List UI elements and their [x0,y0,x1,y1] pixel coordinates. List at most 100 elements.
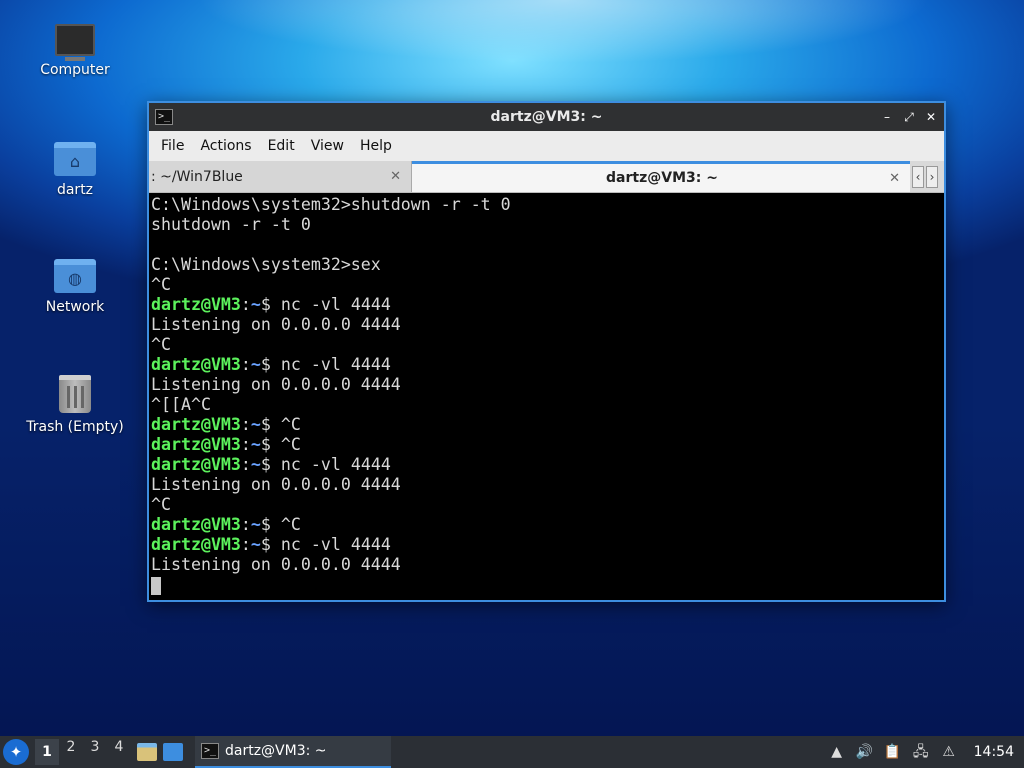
prompt-user-host: dartz@VM3 [151,515,241,534]
prompt-command: nc -vl 4444 [270,535,391,554]
network-folder-icon: ◍ [54,259,96,293]
prompt-user-host: dartz@VM3 [151,435,241,454]
workspace-switcher: 1 2 3 4 [35,739,131,765]
taskbar-task-terminal[interactable]: >_ dartz@VM3: ~ [195,736,391,768]
prompt-colon: : [240,295,251,314]
desktop-icon-label: Trash (Empty) [26,419,124,435]
prompt-path: ~ [250,355,261,374]
desktop-icon-home[interactable]: ⌂ dartz [20,142,130,198]
maximize-button[interactable]: ⤢ [900,108,918,126]
prompt-colon: : [240,435,251,454]
prompt-dollar: $ [260,535,271,554]
workspace-3[interactable]: 3 [83,739,107,765]
terminal-line: shutdown -r -t 0 [151,215,311,234]
prompt-command: ^C [270,435,301,454]
terminal-line: C:\Windows\system32>shutdown -r -t 0 [151,195,511,214]
trash-icon [59,375,91,413]
tab-close-icon[interactable]: ✕ [390,169,401,184]
window-title: dartz@VM3: ~ [490,109,603,125]
menu-help[interactable]: Help [352,138,400,154]
terminal-line: Listening on 0.0.0.0 4444 [151,315,401,334]
notification-icon[interactable]: ⚠ [940,743,958,761]
prompt-colon: : [240,355,251,374]
prompt-user-host: dartz@VM3 [151,295,241,314]
tab-scroll-left-icon[interactable]: ‹ [912,165,924,188]
terminal-prompt-line: dartz@VM3:~$ ^C [151,435,942,455]
show-desktop-icon[interactable] [163,743,183,761]
workspace-1[interactable]: 1 [35,739,59,765]
tab-bar: : ~/Win7Blue ✕ dartz@VM3: ~ ✕ ‹ › [149,161,944,193]
minimize-button[interactable]: – [878,108,896,126]
volume-icon[interactable]: 🔊 [856,743,874,761]
terminal-line: ^C [151,335,171,354]
terminal-cursor [151,576,161,595]
desktop-icon-label: Computer [40,62,110,78]
menu-view[interactable]: View [303,138,352,154]
desktop-icon-network[interactable]: ◍ Network [20,259,130,315]
terminal-line: Listening on 0.0.0.0 4444 [151,555,401,574]
update-notifier-icon[interactable]: ▲ [828,743,846,761]
terminal-line: ^C [151,495,171,514]
prompt-user-host: dartz@VM3 [151,355,241,374]
tab-label: dartz@VM3: ~ [606,170,718,186]
prompt-command: ^C [270,415,301,434]
prompt-command: nc -vl 4444 [270,455,391,474]
prompt-user-host: dartz@VM3 [151,455,241,474]
terminal-line: ^[[A^C [151,395,211,414]
terminal-window[interactable]: >_ dartz@VM3: ~ – ⤢ ✕ File Actions Edit … [147,101,946,602]
terminal-line: ^C [151,275,171,294]
workspace-4[interactable]: 4 [107,739,131,765]
taskbar: ✦ 1 2 3 4 >_ dartz@VM3: ~ ▲ 🔊 📋 🖧 ⚠ 14:5… [0,736,1024,768]
prompt-command: nc -vl 4444 [270,355,391,374]
menubar: File Actions Edit View Help [149,131,944,161]
terminal-task-icon: >_ [201,743,219,759]
terminal-output[interactable]: C:\Windows\system32>shutdown -r -t 0 shut… [149,193,944,600]
tab-scroll-right-icon[interactable]: › [926,165,938,188]
terminal-line: Listening on 0.0.0.0 4444 [151,375,401,394]
system-tray: ▲ 🔊 📋 🖧 ⚠ 14:54 [828,743,1014,761]
prompt-command: nc -vl 4444 [270,295,391,314]
menu-file[interactable]: File [153,138,192,154]
clipboard-icon[interactable]: 📋 [884,743,902,761]
prompt-dollar: $ [260,355,271,374]
tab-win7blue[interactable]: : ~/Win7Blue ✕ [149,161,412,192]
desktop-icon-label: dartz [56,182,94,198]
prompt-colon: : [240,515,251,534]
prompt-colon: : [240,535,251,554]
terminal-prompt-line: dartz@VM3:~$ nc -vl 4444 [151,455,942,475]
prompt-dollar: $ [260,415,271,434]
prompt-path: ~ [250,295,261,314]
clock[interactable]: 14:54 [974,744,1014,760]
workspace-2[interactable]: 2 [59,739,83,765]
start-menu-icon[interactable]: ✦ [3,739,29,765]
menu-actions[interactable]: Actions [192,138,259,154]
prompt-dollar: $ [260,295,271,314]
terminal-line: Listening on 0.0.0.0 4444 [151,475,401,494]
menu-edit[interactable]: Edit [260,138,303,154]
tab-close-icon[interactable]: ✕ [889,171,900,186]
window-titlebar[interactable]: >_ dartz@VM3: ~ – ⤢ ✕ [149,103,944,131]
terminal-line [151,575,942,595]
task-label: dartz@VM3: ~ [225,743,327,759]
tab-dartz-vm3[interactable]: dartz@VM3: ~ ✕ [412,161,910,192]
prompt-colon: : [240,455,251,474]
terminal-prompt-line: dartz@VM3:~$ nc -vl 4444 [151,355,942,375]
tab-label: : ~/Win7Blue [151,168,243,185]
network-icon[interactable]: 🖧 [912,743,930,761]
prompt-path: ~ [250,455,261,474]
prompt-path: ~ [250,535,261,554]
file-manager-icon[interactable] [137,743,157,761]
prompt-colon: : [240,415,251,434]
close-button[interactable]: ✕ [922,108,940,126]
computer-icon [55,24,95,61]
prompt-dollar: $ [260,515,271,534]
prompt-dollar: $ [260,435,271,454]
desktop-icon-computer[interactable]: Computer [20,24,130,78]
terminal-prompt-line: dartz@VM3:~$ nc -vl 4444 [151,295,942,315]
desktop-icon-trash[interactable]: Trash (Empty) [20,375,130,435]
prompt-command: ^C [270,515,301,534]
terminal-app-icon[interactable]: >_ [155,109,173,125]
prompt-dollar: $ [260,455,271,474]
prompt-path: ~ [250,415,261,434]
